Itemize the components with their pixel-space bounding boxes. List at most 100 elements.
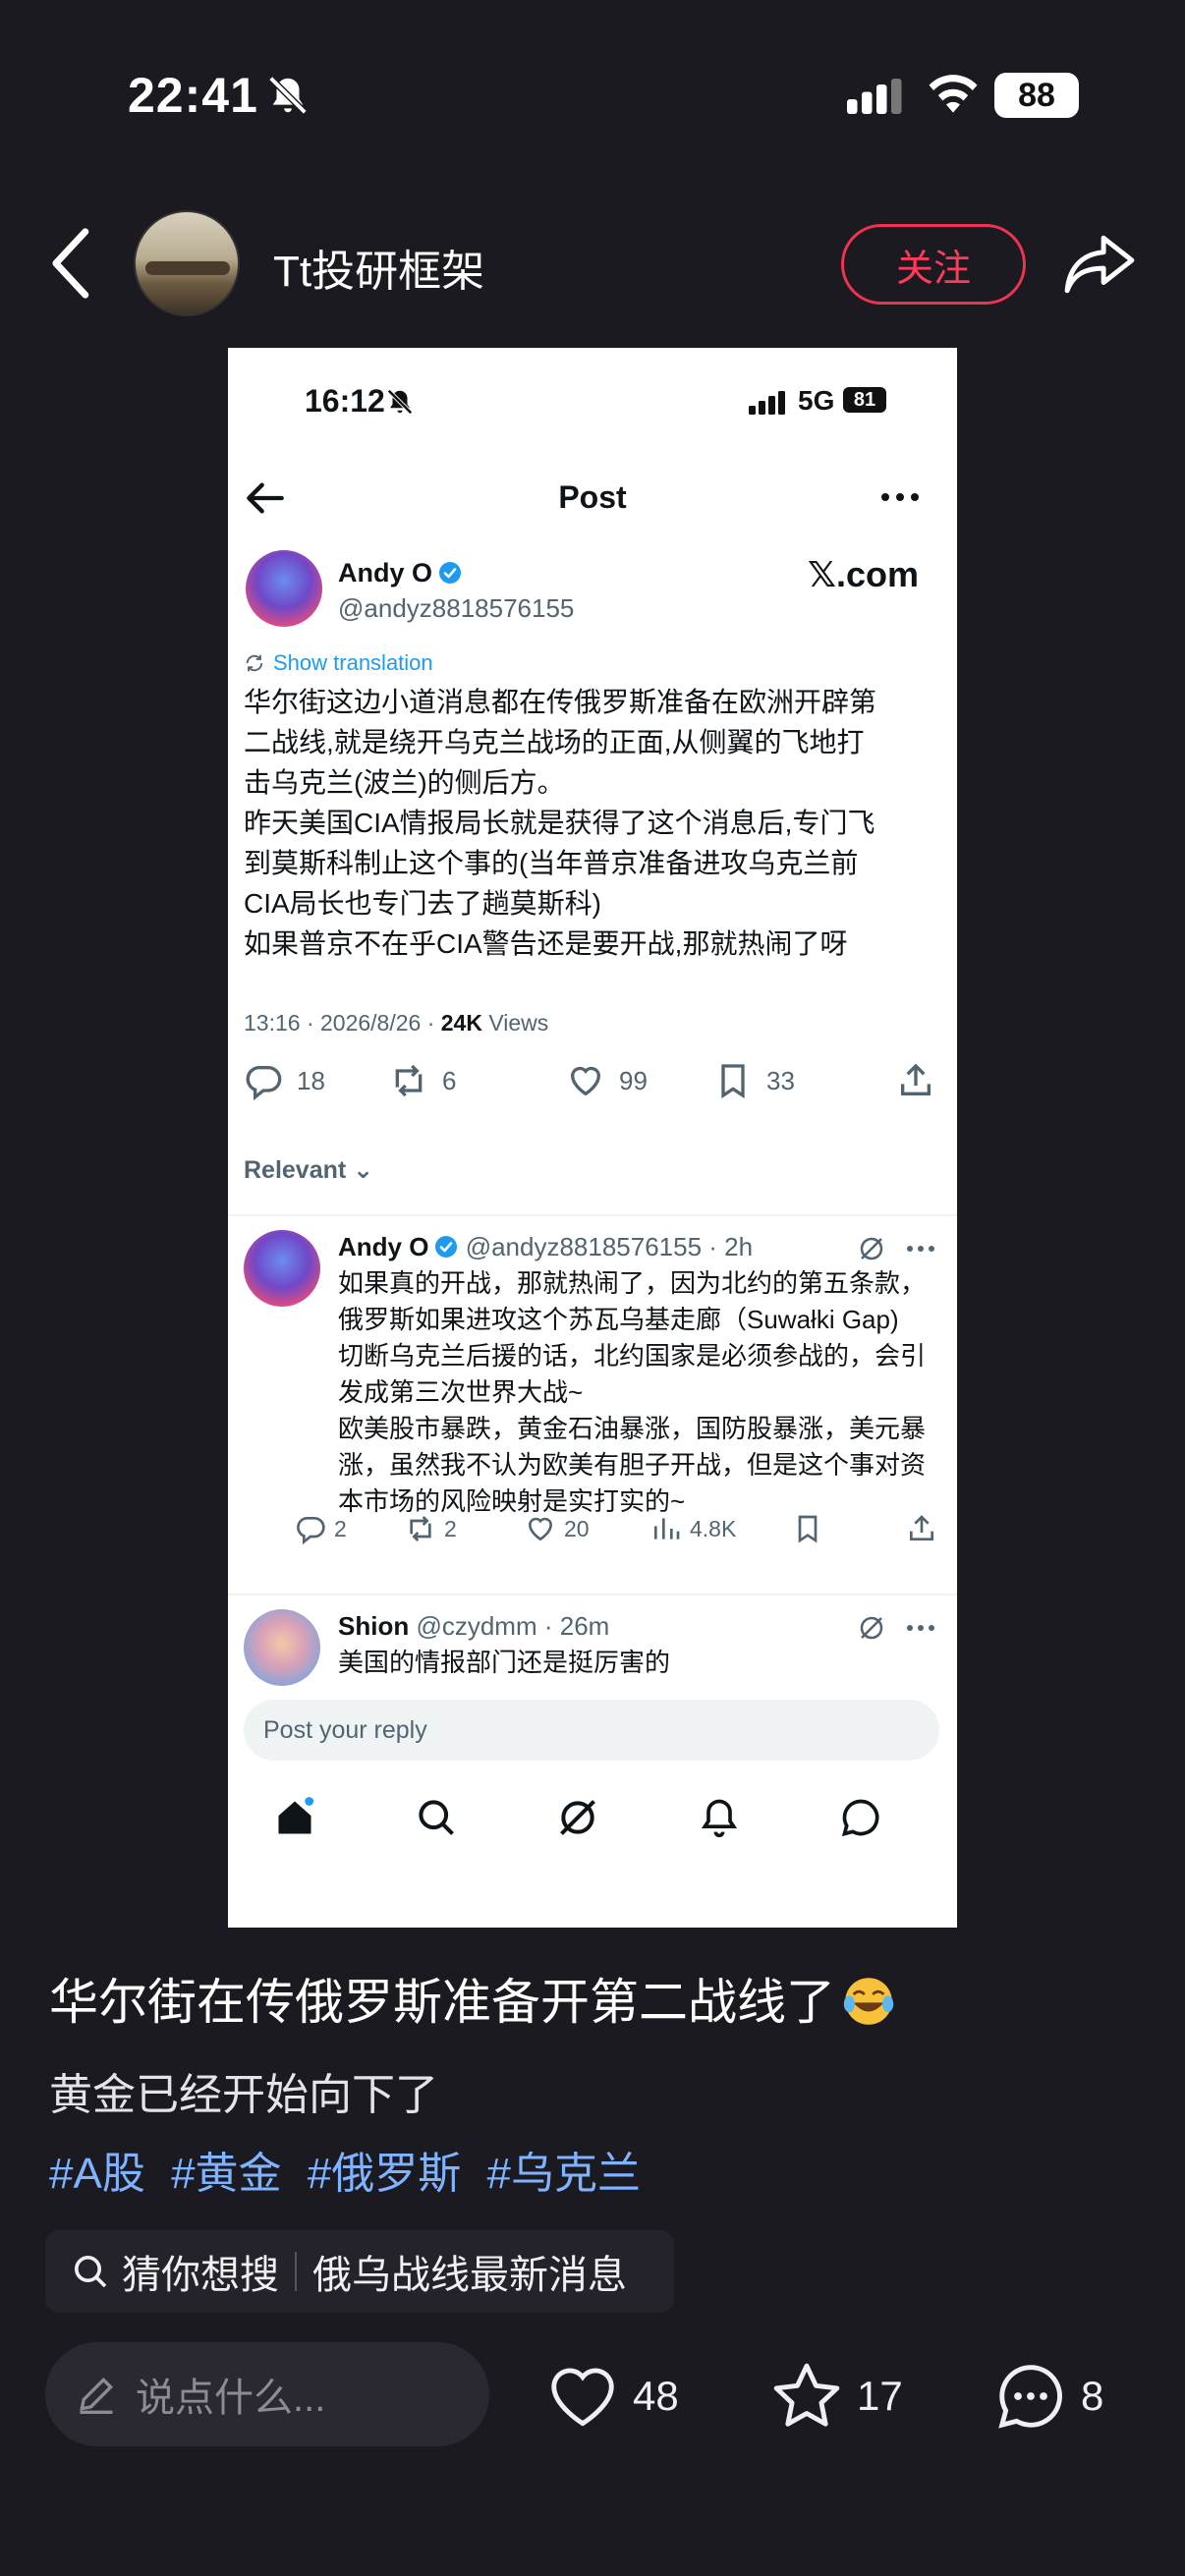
post-author-name-text: Andy O	[338, 558, 433, 588]
reply-count: 18	[244, 1061, 325, 1100]
post-text-line: 击乌克兰(波兰)的侧后方。	[244, 767, 565, 798]
bookmark-icon	[721, 1064, 745, 1099]
share-action	[896, 1061, 935, 1100]
like-count: 48	[633, 2373, 679, 2419]
reply-bookmark	[792, 1513, 823, 1544]
verified-badge-icon	[435, 1236, 458, 1258]
suggested-search[interactable]: 猜你想搜 俄乌战线最新消息	[45, 2230, 674, 2313]
divider	[295, 2252, 297, 2291]
reply-handle-time: @andyz8818576155 · 2h	[465, 1232, 754, 1261]
post-subtitle: 黄金已经开始向下了	[49, 2071, 438, 2119]
comment-count: 8	[1081, 2373, 1104, 2419]
bottom-action-bar: 说点什么... 48 17 8	[0, 2315, 1185, 2576]
suggested-search-label: 猜你想搜	[122, 2254, 279, 2297]
reply-text-line: 俄罗斯如果进攻这个苏瓦乌基走廊（Suwałki Gap)	[338, 1305, 899, 1334]
more-icon	[881, 493, 919, 501]
reply-like-count: 20	[525, 1513, 590, 1544]
reply-author-name: Shion	[338, 1611, 410, 1641]
post-meta: 13:16 · 2026/8/26 · 24K Views	[244, 1010, 548, 1036]
repost-count-text: 6	[442, 1065, 457, 1095]
reply-author: Shion @czydmm · 26m	[338, 1611, 609, 1642]
divider	[228, 1214, 957, 1216]
home-icon	[278, 1797, 314, 1834]
reply-author-name: Andy O	[338, 1232, 429, 1261]
divider	[228, 1594, 957, 1596]
bell-muted-icon	[268, 76, 308, 115]
reply-text-line: 发成第三次世界大战~	[338, 1377, 584, 1407]
post-author-handle: @andyz8818576155	[338, 593, 575, 623]
screenshot-status-time: 16:12	[305, 383, 385, 419]
reply-text-line: 切断乌克兰后援的话，北约国家是必须参战的，会引	[338, 1341, 927, 1371]
follow-button[interactable]: 关注	[841, 224, 1026, 305]
favorite-button[interactable]: 17	[768, 2358, 903, 2435]
grok-icon	[860, 1237, 883, 1260]
grok-icon	[560, 1800, 595, 1835]
status-bar: 22:41 88	[0, 59, 1185, 138]
cellular-signal-icon	[749, 391, 785, 415]
hashtag[interactable]: #A股	[49, 2150, 145, 2198]
author-avatar[interactable]	[134, 210, 240, 316]
reply-actions: 2 2 20 4.8K	[297, 1513, 943, 1552]
reply-icon	[297, 1517, 325, 1544]
back-arrow-icon[interactable]	[49, 226, 94, 301]
heart-icon	[528, 1517, 553, 1541]
post-text-line: CIA局长也专门去了趟莫斯科)	[244, 888, 602, 919]
sort-replies: Relevant ⌄	[244, 1156, 374, 1184]
post-text-line: 到莫斯科制止这个事的(当年普京准备进攻乌克兰前	[244, 848, 859, 878]
bookmark-icon	[798, 1515, 818, 1543]
post-avatar	[246, 550, 322, 627]
author-name[interactable]: Tt投研框架	[273, 236, 484, 299]
reply-reply-count: 2	[295, 1513, 347, 1544]
pencil-icon	[80, 2377, 114, 2414]
share-icon[interactable]	[1063, 232, 1136, 297]
post-views-label: Views	[481, 1010, 549, 1036]
heart-icon	[551, 2368, 614, 2427]
more-icon	[907, 1625, 934, 1631]
comment-button[interactable]: 8	[992, 2358, 1103, 2435]
hashtag[interactable]: #乌克兰	[487, 2150, 641, 2198]
reply-text-line: 欧美股市暴跌，黄金石油暴涨，国防股暴涨，美元暴	[338, 1414, 927, 1443]
star-icon	[773, 2363, 840, 2427]
post-actions: 18 6 99 33	[244, 1061, 943, 1120]
comment-input[interactable]: 说点什么...	[45, 2342, 489, 2446]
post-text-line: 华尔街这边小道消息都在传俄罗斯准备在欧洲开辟第	[244, 687, 877, 717]
bell-icon	[701, 1799, 738, 1838]
reply-reply-count-text: 2	[334, 1515, 347, 1541]
share-icon	[901, 1063, 931, 1095]
page-title: Post	[558, 479, 627, 515]
network-type: 5G	[798, 385, 835, 416]
hashtags: #A股 #黄金 #俄罗斯 #乌克兰	[49, 2138, 654, 2201]
comment-bubble-icon	[998, 2365, 1062, 2429]
reply-like-count-text: 20	[564, 1515, 590, 1541]
battery-level: 88	[994, 73, 1079, 118]
reply-author: Andy O @andyz8818576155 · 2h	[338, 1232, 753, 1262]
suggested-search-query: 俄乌战线最新消息	[312, 2254, 627, 2297]
x-tab-bar	[228, 1796, 957, 1851]
views-chart-icon	[654, 1518, 680, 1540]
cellular-signal-icon	[847, 79, 902, 114]
grok-icon	[860, 1616, 883, 1640]
more-icon	[907, 1246, 934, 1252]
hashtag[interactable]: #俄罗斯	[308, 2150, 461, 2198]
like-button[interactable]: 48	[544, 2358, 679, 2435]
reply-count-text: 18	[297, 1065, 325, 1095]
reply-icon	[246, 1066, 282, 1100]
battery-level: 81	[843, 387, 886, 413]
reply-text-line: 如果真的开战，那就热闹了，因为北约的第五条款，	[338, 1268, 927, 1298]
hashtag[interactable]: #黄金	[171, 2150, 281, 2198]
reply-avatar	[244, 1230, 320, 1307]
post-title-text: 华尔街在传俄罗斯准备开第二战线了	[49, 1975, 835, 2030]
post-title: 华尔街在传俄罗斯准备开第二战线了	[49, 1963, 896, 2034]
show-translation-text: Show translation	[273, 650, 433, 675]
translate-icon	[246, 654, 263, 672]
heart-icon	[570, 1066, 601, 1096]
reply-text: 美国的情报部门还是挺厉害的	[338, 1648, 671, 1677]
reply-repost-count: 2	[405, 1513, 457, 1544]
reply-share	[906, 1513, 937, 1544]
messages-icon	[841, 1799, 879, 1837]
post-views-count: 24K	[440, 1010, 482, 1036]
repost-count: 6	[389, 1061, 456, 1100]
post-reply-input: Post your reply	[244, 1700, 939, 1761]
comment-placeholder: 说点什么...	[136, 2377, 326, 2420]
embedded-screenshot: 16:12 5G 81 Post Andy O @andyz8818576155…	[228, 348, 957, 1928]
